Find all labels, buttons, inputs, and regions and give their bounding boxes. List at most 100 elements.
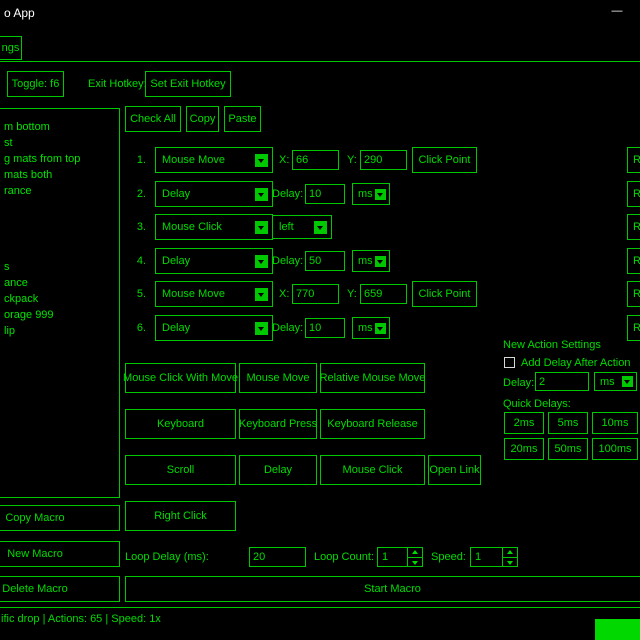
x-label: X: — [279, 288, 289, 300]
add-right-click-button[interactable]: Right Click — [125, 501, 236, 531]
new-macro-button[interactable]: New Macro — [0, 541, 120, 567]
quick-delay-2ms-button[interactable]: 2ms — [504, 412, 544, 434]
action-type-dropdown[interactable]: Delay — [155, 248, 273, 274]
new-action-delay-unit-value: ms — [600, 376, 622, 388]
add-delay-after-action-checkbox[interactable] — [504, 357, 515, 368]
x-label: X: — [279, 154, 289, 166]
macro-app-window: o App — ngs Toggle: f6 Exit Hotkey: Set … — [0, 0, 640, 640]
dropdown-arrow-icon[interactable] — [622, 376, 633, 387]
check-all-button[interactable]: Check All — [125, 106, 181, 132]
macro-list-item[interactable]: m bottom — [4, 121, 50, 135]
add-keyboard-release-button[interactable]: Keyboard Release — [320, 409, 425, 439]
loop-delay-input[interactable] — [249, 547, 306, 567]
copy-macro-button[interactable]: Copy Macro — [0, 505, 120, 531]
spinner-up-icon[interactable] — [503, 548, 517, 557]
remove-button[interactable]: R — [627, 181, 640, 207]
dropdown-arrow-icon[interactable] — [255, 255, 268, 268]
delay-unit-dropdown[interactable]: ms — [352, 317, 390, 339]
set-exit-hotkey-button[interactable]: Set Exit Hotkey — [145, 71, 231, 97]
action-row: 6. Delay Delay: ms R — [0, 315, 640, 341]
remove-button[interactable]: R — [627, 248, 640, 274]
add-keyboard-button[interactable]: Keyboard — [125, 409, 236, 439]
action-number: 4. — [128, 255, 146, 267]
action-type-value: Delay — [162, 255, 255, 267]
paste-actions-button[interactable]: Paste — [224, 106, 261, 132]
action-row: 2. Delay Delay: ms R — [0, 181, 640, 207]
dropdown-arrow-icon[interactable] — [314, 221, 327, 234]
x-input[interactable] — [292, 284, 339, 304]
spinner-down-icon[interactable] — [503, 557, 517, 567]
dropdown-arrow-icon[interactable] — [255, 154, 268, 167]
new-action-delay-label: Delay: — [503, 377, 534, 389]
quick-delay-20ms-button[interactable]: 20ms — [504, 438, 544, 460]
add-scroll-button[interactable]: Scroll — [125, 455, 236, 485]
new-action-delay-input[interactable] — [535, 372, 589, 391]
action-number: 3. — [128, 221, 146, 233]
add-mouse-click-with-move-button[interactable]: Mouse Click With Move — [125, 363, 236, 393]
minimize-button[interactable]: — — [602, 5, 632, 17]
action-row: 3. Mouse Click left R — [0, 214, 640, 240]
delete-macro-button[interactable]: Delete Macro — [0, 576, 120, 602]
delay-input[interactable] — [305, 251, 345, 271]
spinner-up-icon[interactable] — [408, 548, 422, 557]
add-open-link-button[interactable]: Open Link — [428, 455, 481, 485]
dropdown-arrow-icon[interactable] — [255, 322, 268, 335]
action-type-dropdown[interactable]: Delay — [155, 315, 273, 341]
spinner-buttons — [407, 548, 422, 566]
delay-input[interactable] — [305, 318, 345, 338]
remove-button[interactable]: R — [627, 147, 640, 173]
loop-count-spinner[interactable]: 1 — [377, 547, 423, 567]
remove-button[interactable]: R — [627, 214, 640, 240]
click-point-button[interactable]: Click Point — [412, 147, 477, 173]
copy-actions-button[interactable]: Copy — [186, 106, 219, 132]
add-keyboard-press-button[interactable]: Keyboard Press — [239, 409, 317, 439]
dropdown-arrow-icon[interactable] — [375, 323, 386, 334]
dropdown-arrow-icon[interactable] — [255, 221, 268, 234]
x-input[interactable] — [292, 150, 339, 170]
action-type-value: Delay — [162, 322, 255, 334]
action-type-dropdown[interactable]: Mouse Move — [155, 281, 273, 307]
quick-delay-5ms-button[interactable]: 5ms — [548, 412, 588, 434]
toggle-hotkey-button[interactable]: Toggle: f6 — [7, 71, 64, 97]
tab-settings[interactable]: ngs — [0, 36, 22, 60]
mouse-button-dropdown[interactable]: left — [272, 215, 332, 239]
start-macro-button[interactable]: Start Macro — [125, 576, 640, 602]
add-mouse-click-button[interactable]: Mouse Click — [320, 455, 425, 485]
add-delay-button[interactable]: Delay — [239, 455, 317, 485]
quick-delay-100ms-button[interactable]: 100ms — [592, 438, 638, 460]
spinner-buttons — [502, 548, 517, 566]
action-type-dropdown[interactable]: Mouse Click — [155, 214, 273, 240]
delay-unit-dropdown[interactable]: ms — [352, 183, 390, 205]
dropdown-arrow-icon[interactable] — [375, 256, 386, 267]
y-input[interactable] — [360, 284, 407, 304]
delay-input[interactable] — [305, 184, 345, 204]
exit-hotkey-label: Exit Hotkey: — [88, 78, 147, 90]
speed-label: Speed: — [431, 551, 466, 563]
delay-label: Delay: — [272, 322, 303, 334]
quick-delay-10ms-button[interactable]: 10ms — [592, 412, 638, 434]
action-type-dropdown[interactable]: Delay — [155, 181, 273, 207]
remove-button[interactable]: R — [627, 315, 640, 341]
statusbar-resize-grip[interactable] — [595, 619, 640, 640]
quick-delay-50ms-button[interactable]: 50ms — [548, 438, 588, 460]
remove-button[interactable]: R — [627, 281, 640, 307]
add-mouse-move-button[interactable]: Mouse Move — [239, 363, 317, 393]
click-point-button[interactable]: Click Point — [412, 281, 477, 307]
action-type-value: Mouse Click — [162, 221, 255, 233]
new-action-delay-unit-dropdown[interactable]: ms — [594, 372, 637, 391]
speed-spinner[interactable]: 1 — [470, 547, 518, 567]
dropdown-arrow-icon[interactable] — [375, 189, 386, 200]
delay-unit-dropdown[interactable]: ms — [352, 250, 390, 272]
y-input[interactable] — [360, 150, 407, 170]
dropdown-arrow-icon[interactable] — [255, 188, 268, 201]
loop-count-value: 1 — [378, 548, 407, 566]
spinner-down-icon[interactable] — [408, 557, 422, 567]
loop-delay-label: Loop Delay (ms): — [125, 551, 209, 563]
action-number: 6. — [128, 322, 146, 334]
statusbar-divider — [0, 607, 640, 608]
delay-unit-value: ms — [358, 255, 375, 267]
dropdown-arrow-icon[interactable] — [255, 288, 268, 301]
action-type-dropdown[interactable]: Mouse Move — [155, 147, 273, 173]
add-relative-mouse-move-button[interactable]: Relative Mouse Move — [320, 363, 425, 393]
delay-label: Delay: — [272, 255, 303, 267]
